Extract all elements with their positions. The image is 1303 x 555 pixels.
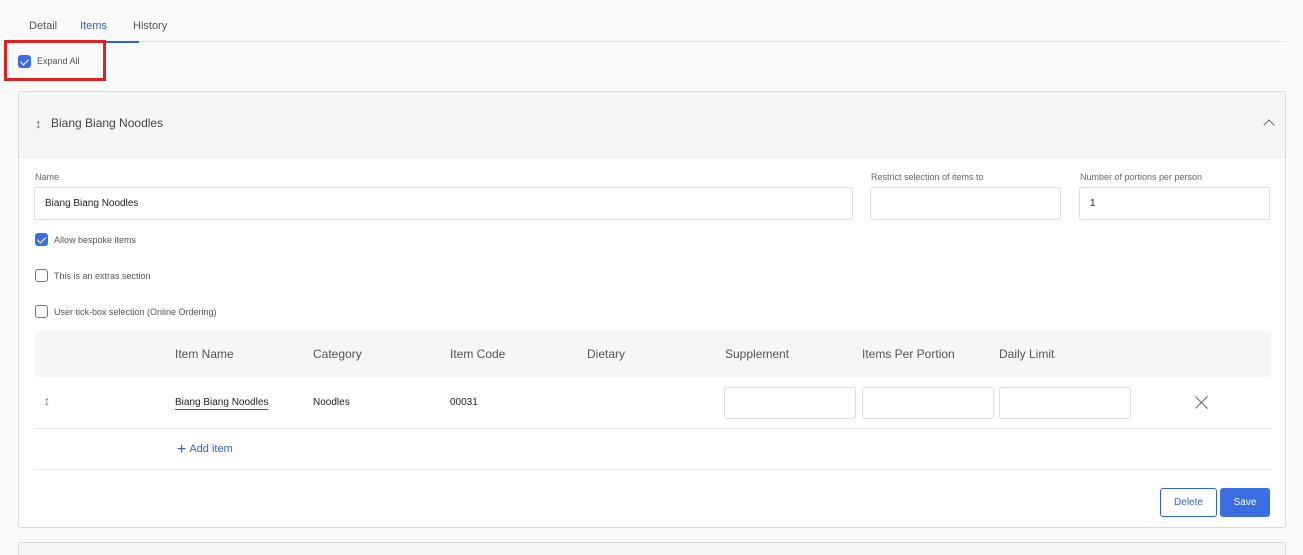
item-code: 00031 xyxy=(450,397,478,408)
save-button[interactable]: Save xyxy=(1220,488,1270,517)
plus-icon: + xyxy=(177,441,187,458)
col-category: Category xyxy=(313,347,362,361)
close-icon[interactable] xyxy=(1195,395,1209,409)
tickbox-checkbox[interactable] xyxy=(35,305,48,318)
extras-label[interactable]: This is an extras section xyxy=(54,271,151,281)
restrict-label: Restrict selection of items to xyxy=(871,172,984,182)
tab-items[interactable]: Items xyxy=(80,20,107,32)
table-row: ↕ Biang Biang Noodles Noodles 00031 xyxy=(35,377,1271,429)
extras-checkbox[interactable] xyxy=(35,269,48,282)
bespoke-checkbox[interactable] xyxy=(35,233,48,246)
section-card: ↕ Biang Biang Noodles Name Restrict sele… xyxy=(18,91,1286,528)
row-drag-handle-icon[interactable]: ↕ xyxy=(44,394,50,408)
portions-label: Number of portions per person xyxy=(1080,172,1203,182)
tickbox-label[interactable]: User tick-box selection (Online Ordering… xyxy=(54,307,217,317)
section-header[interactable]: ↕ Biang Biang Noodles xyxy=(19,92,1285,158)
add-item-label: Add item xyxy=(189,443,233,455)
expand-all-checkbox[interactable] xyxy=(18,55,31,68)
col-supplement: Supplement xyxy=(725,347,790,361)
bespoke-label[interactable]: Allow bespoke items xyxy=(54,235,136,245)
next-section-card[interactable] xyxy=(18,542,1286,555)
chevron-up-icon[interactable] xyxy=(1263,119,1275,131)
item-name-link[interactable]: Biang Biang Noodles xyxy=(175,397,269,410)
col-dietary: Dietary xyxy=(587,347,626,361)
portions-input[interactable] xyxy=(1079,187,1270,220)
col-items-per-portion: Items Per Portion xyxy=(862,347,955,361)
restrict-input[interactable] xyxy=(870,187,1061,220)
daily-limit-input[interactable] xyxy=(999,387,1131,419)
expand-all-label[interactable]: Expand All xyxy=(37,56,80,66)
items-per-portion-input[interactable] xyxy=(862,387,994,419)
col-item-name: Item Name xyxy=(175,347,234,361)
add-item-button[interactable]: + Add item xyxy=(177,441,233,459)
col-item-code: Item Code xyxy=(450,347,506,361)
item-category: Noodles xyxy=(313,397,350,408)
section-title: Biang Biang Noodles xyxy=(51,116,164,130)
delete-button[interactable]: Delete xyxy=(1160,488,1217,517)
divider xyxy=(35,469,1271,470)
name-label: Name xyxy=(35,172,60,182)
drag-handle-icon[interactable]: ↕ xyxy=(35,116,42,131)
items-table-header: Item Name Category Item Code Dietary Sup… xyxy=(35,331,1271,377)
tab-detail[interactable]: Detail xyxy=(29,20,57,32)
tab-bar: Detail Items History xyxy=(18,12,1286,43)
col-daily-limit: Daily Limit xyxy=(999,347,1055,361)
tab-history[interactable]: History xyxy=(133,20,167,32)
supplement-input[interactable] xyxy=(724,387,856,419)
name-input[interactable] xyxy=(34,187,853,220)
